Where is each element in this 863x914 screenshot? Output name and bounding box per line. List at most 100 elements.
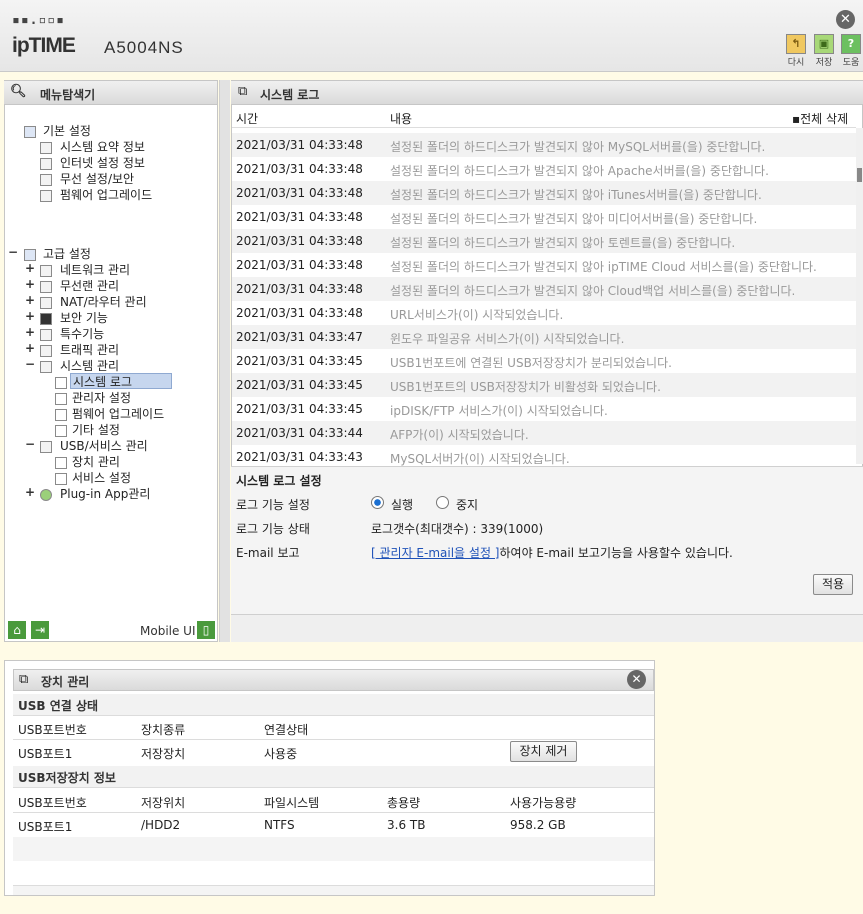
storage-filesystem: NTFS: [264, 818, 295, 832]
tree-item-summary[interactable]: 시스템 요약 정보: [60, 139, 145, 155]
tree-item-firmware[interactable]: 펌웨어 업그레이드: [60, 187, 152, 203]
tree-basic-settings[interactable]: 기본 설정: [43, 123, 91, 139]
stop-radio[interactable]: [436, 496, 449, 509]
close-icon[interactable]: ✕: [627, 670, 646, 689]
log-row: 2021/03/31 04:33:45 USB1번포트에 연결된 USB저장장치가…: [232, 349, 856, 373]
close-icon[interactable]: ✕: [836, 10, 855, 29]
log-row: 2021/03/31 04:33:48 설정된 폴더의 하드디스크가 발견되지 않…: [232, 229, 856, 253]
tree-item-security[interactable]: 보안 기능: [60, 310, 108, 326]
log-message: AFP가(이) 시작되었습니다.: [390, 428, 529, 442]
log-time: 2021/03/31 04:33:43: [236, 450, 363, 464]
divider: [232, 127, 856, 128]
expand-icon[interactable]: +: [25, 293, 35, 307]
tree-advanced-settings[interactable]: 고급 설정: [43, 246, 91, 262]
page-icon: [40, 158, 52, 170]
system-log-title: 시스템 로그: [260, 88, 320, 102]
tree-item-wireless[interactable]: 무선 설정/보안: [60, 171, 134, 187]
storage-free: 958.2 GB: [510, 818, 566, 832]
home-icon[interactable]: ⌂: [8, 621, 26, 639]
expand-icon[interactable]: +: [25, 277, 35, 291]
brand-logo: ipTIME: [12, 34, 76, 57]
tree-item-admin[interactable]: 관리자 설정: [72, 390, 131, 406]
log-time: 2021/03/31 04:33:47: [236, 330, 363, 344]
storage-title: USB저장장치 정보: [18, 771, 116, 785]
tree-item-network[interactable]: 네트워크 관리: [60, 262, 130, 278]
storage-port: USB포트1: [18, 820, 73, 834]
magnifier-icon: 🔍︎: [10, 84, 27, 99]
panel-splitter[interactable]: [219, 80, 230, 642]
log-time: 2021/03/31 04:33:48: [236, 234, 363, 248]
divider: [13, 812, 654, 813]
menu-explorer-header: 🔍︎ 메뉴탐색기: [4, 81, 217, 105]
tree-item-traffic[interactable]: 트래픽 관리: [60, 342, 119, 358]
hdr-filesystem: 파일시스템: [264, 796, 320, 810]
refresh-icon[interactable]: ↰: [786, 34, 806, 54]
tree-item-wlan[interactable]: 무선랜 관리: [60, 278, 119, 294]
device-title: 장치 관리: [41, 675, 90, 689]
tree-item-etc[interactable]: 기타 설정: [72, 422, 120, 438]
log-time: 2021/03/31 04:33:48: [236, 210, 363, 224]
top-header: [0, 0, 863, 72]
model-name: A5004NS: [104, 38, 184, 57]
tree-item-service[interactable]: 서비스 설정: [72, 470, 131, 486]
tree-item-system-log[interactable]: 시스템 로그: [70, 373, 172, 389]
tree-item-system[interactable]: 시스템 관리: [60, 358, 119, 374]
window-icon: ⧉: [19, 672, 29, 687]
refresh-label: 다시: [787, 58, 805, 68]
mobile-ui-link[interactable]: Mobile UI: [140, 624, 196, 638]
collapse-icon[interactable]: −: [25, 437, 35, 451]
expand-icon[interactable]: +: [25, 261, 35, 275]
log-time: 2021/03/31 04:33:48: [236, 162, 363, 176]
remove-device-button[interactable]: 장치 제거: [510, 741, 577, 762]
help-icon[interactable]: ?: [841, 34, 861, 54]
delete-all-label: 전체 삭제: [800, 112, 849, 126]
log-row: 2021/03/31 04:33:48 설정된 폴더의 하드디스크가 발견되지 않…: [232, 157, 856, 181]
collapse-icon[interactable]: −: [25, 357, 35, 371]
expand-icon[interactable]: +: [25, 309, 35, 323]
hdr-port: USB포트번호: [18, 723, 87, 737]
save-icon[interactable]: ▣: [814, 34, 834, 54]
tree-item-usb[interactable]: USB/서비스 관리: [60, 438, 148, 454]
hdr-total: 총용량: [387, 796, 421, 810]
page-icon: [55, 457, 67, 469]
brand-mark: ▪▪.▫▫▪: [12, 13, 65, 28]
expand-icon[interactable]: +: [25, 485, 35, 499]
scroll-thumb[interactable]: [857, 168, 862, 182]
tree-item-special[interactable]: 특수기능: [60, 326, 104, 342]
log-row: 2021/03/31 04:33:48 설정된 폴더의 하드디스크가 발견되지 않…: [232, 253, 856, 277]
usb-status-section: USB 연결 상태: [13, 694, 654, 716]
mobile-icon[interactable]: ▯: [197, 621, 215, 639]
expand-icon[interactable]: +: [25, 325, 35, 339]
expand-icon[interactable]: +: [25, 341, 35, 355]
router-icon: [40, 297, 52, 309]
tree-item-nat[interactable]: NAT/라우터 관리: [60, 294, 147, 310]
tree-item-firmware-adv[interactable]: 펌웨어 업그레이드: [72, 406, 164, 422]
admin-email-link[interactable]: [ 관리자 E-mail을 설정 ]: [371, 546, 500, 560]
storage-section: USB저장장치 정보: [13, 766, 654, 788]
log-message: 설정된 폴더의 하드디스크가 발견되지 않아 ipTIME Cloud 서비스를…: [390, 260, 817, 274]
logout-icon[interactable]: ⇥: [31, 621, 49, 639]
log-row: 2021/03/31 04:33:48 URL서비스가(이) 시작되었습니다.: [232, 301, 856, 325]
status-value: 로그갯수(최대갯수) : 339(1000): [371, 522, 544, 536]
tree-item-internet[interactable]: 인터넷 설정 정보: [60, 155, 145, 171]
folder-icon: [24, 249, 36, 261]
panel-bottom: [13, 885, 654, 895]
log-func-label: 로그 기능 설정: [236, 498, 310, 512]
collapse-icon[interactable]: −: [8, 245, 18, 259]
tree-item-plugin[interactable]: Plug-in App관리: [60, 486, 150, 502]
page-icon: [40, 174, 52, 186]
delete-all-button[interactable]: ▪전체 삭제: [792, 110, 848, 127]
delete-icon: ▪: [792, 112, 801, 126]
log-time: 2021/03/31 04:33:45: [236, 354, 363, 368]
log-message: USB1번포트의 USB저장장치가 비활성화 되었습니다.: [390, 380, 661, 394]
tree-item-device[interactable]: 장치 관리: [72, 454, 120, 470]
page-icon: [40, 190, 52, 202]
log-message: 설정된 폴더의 하드디스크가 발견되지 않아 MySQL서버를(을) 중단합니다…: [390, 140, 766, 154]
status-label: 로그 기능 상태: [236, 522, 310, 536]
log-message: 설정된 폴더의 하드디스크가 발견되지 않아 Apache서버를(을) 중단합니…: [390, 164, 769, 178]
log-time: 2021/03/31 04:33:48: [236, 258, 363, 272]
hdr-device-type: 장치종류: [141, 723, 186, 737]
run-radio[interactable]: [371, 496, 384, 509]
apply-button[interactable]: 적용: [813, 574, 853, 595]
wifi-icon: [40, 281, 52, 293]
